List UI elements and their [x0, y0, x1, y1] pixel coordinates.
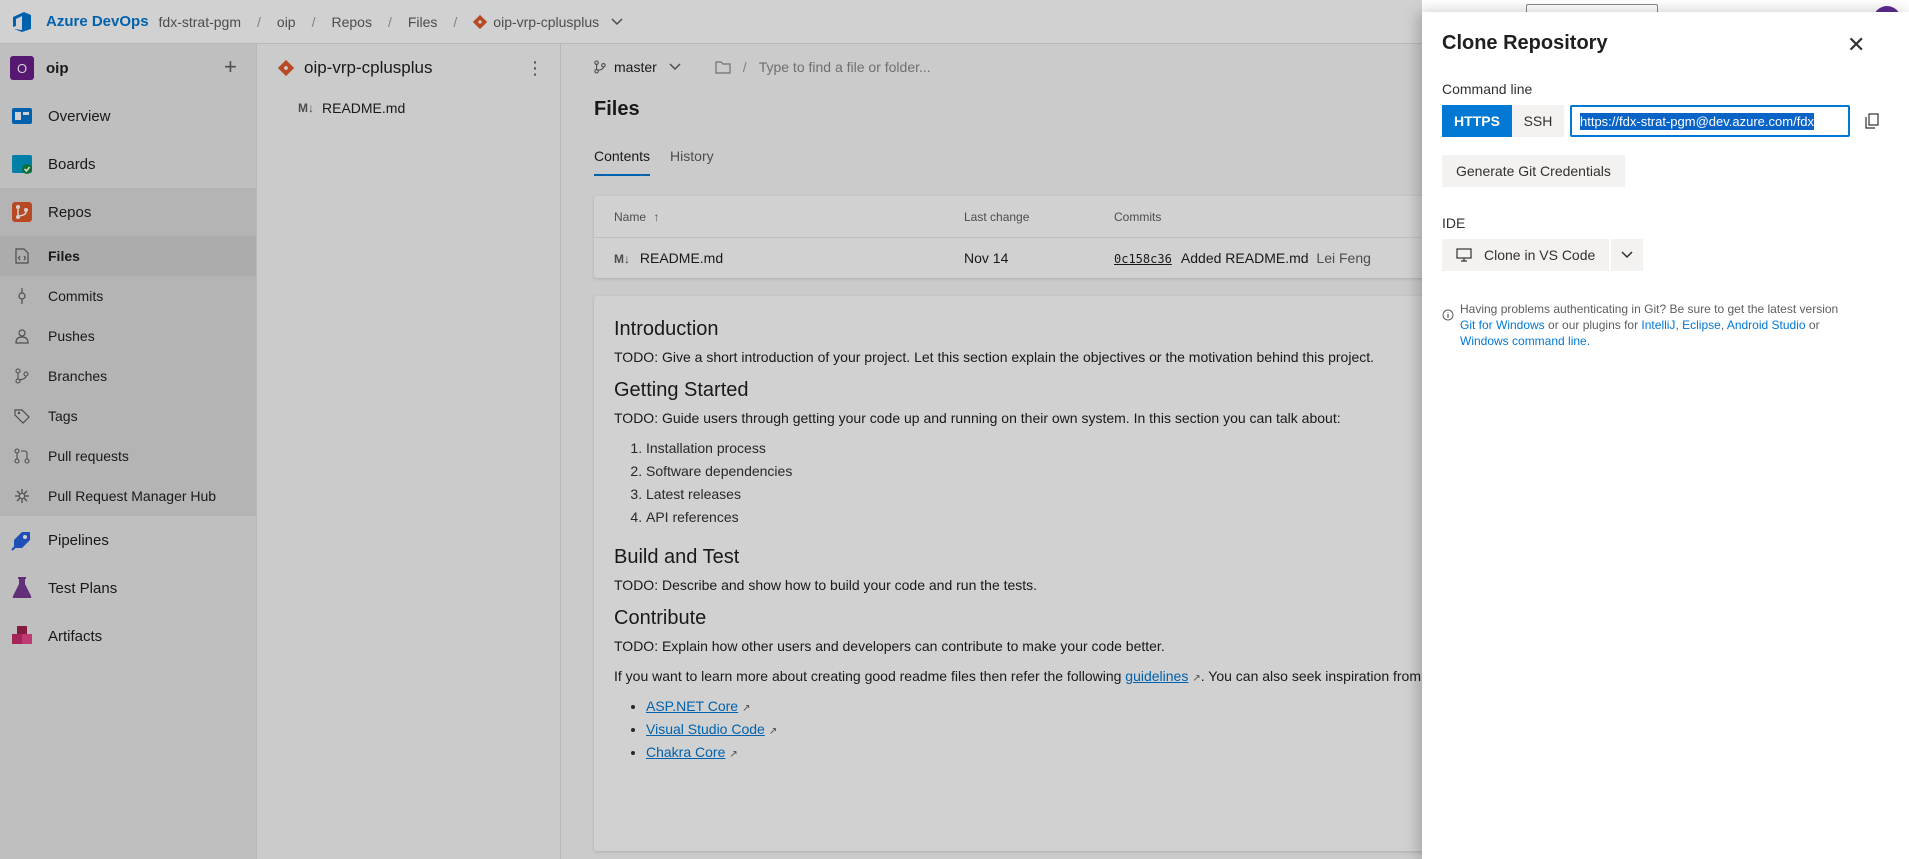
help-comma: , [1675, 318, 1679, 332]
help-text-body: Having problems authenticating in Git? B… [1460, 301, 1838, 349]
ssh-toggle[interactable]: SSH [1512, 105, 1564, 137]
help-or: or [1808, 318, 1820, 332]
ide-dropdown-chevron-icon[interactable] [1611, 239, 1644, 271]
intellij-link[interactable]: IntelliJ [1641, 318, 1675, 332]
windows-command-line-link[interactable]: Windows command line. [1460, 334, 1590, 348]
clone-url-field[interactable]: https://fdx-strat-pgm@dev.azure.com/fdx [1570, 105, 1850, 137]
git-for-windows-link[interactable]: Git for Windows [1460, 318, 1545, 332]
auth-help-text: Having problems authenticating in Git? B… [1442, 301, 1889, 349]
command-line-row: HTTPS SSH https://fdx-strat-pgm@dev.azur… [1442, 105, 1889, 137]
modal-overlay[interactable] [0, 0, 1422, 859]
info-icon [1442, 309, 1460, 349]
copy-icon[interactable] [1858, 107, 1886, 135]
help-line-3: Windows command line. [1460, 333, 1838, 349]
generate-credentials-button[interactable]: Generate Git Credentials [1442, 155, 1625, 187]
panel-title: Clone Repository [1442, 32, 1608, 54]
ide-label: IDE [1442, 215, 1466, 231]
android-studio-link[interactable]: Android Studio [1727, 318, 1806, 332]
help-line-1: Having problems authenticating in Git? B… [1460, 302, 1839, 316]
clone-repository-panel: Clone Repository ✕ Command line HTTPS SS… [1422, 12, 1909, 859]
eclipse-link[interactable]: Eclipse [1682, 318, 1721, 332]
help-comma: , [1720, 318, 1725, 332]
https-toggle[interactable]: HTTPS [1442, 105, 1512, 137]
clone-url-text: https://fdx-strat-pgm@dev.azure.com/fdx [1580, 112, 1815, 130]
clone-vscode-label: Clone in VS Code [1484, 247, 1596, 263]
help-text: or our plugins for [1548, 318, 1639, 332]
clone-vscode-button[interactable]: Clone in VS Code [1442, 239, 1610, 271]
monitor-icon [1456, 248, 1472, 262]
command-line-label: Command line [1442, 81, 1533, 97]
ide-row: Clone in VS Code [1442, 239, 1889, 271]
help-line-2: Git for Windows or our plugins for Intel… [1460, 317, 1838, 333]
close-icon[interactable]: ✕ [1847, 34, 1865, 56]
